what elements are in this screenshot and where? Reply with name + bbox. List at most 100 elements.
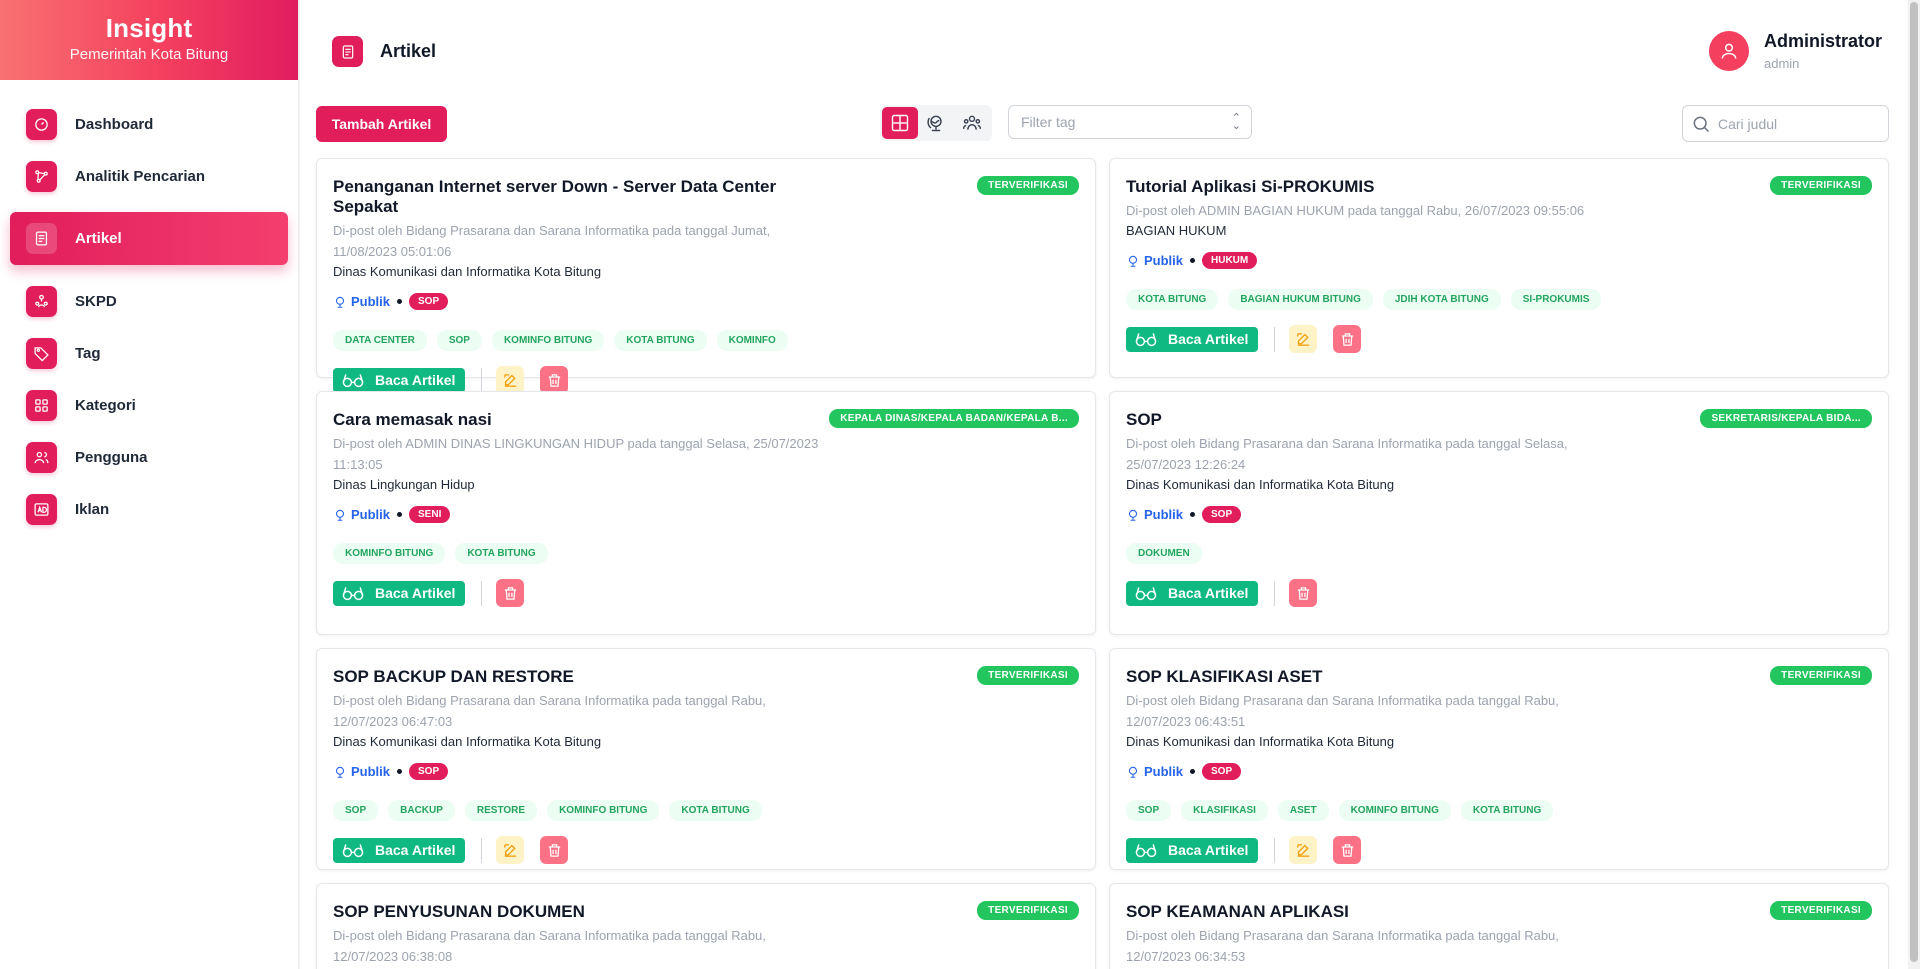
article-title: SOP KEAMANAN APLIKASI	[1126, 902, 1349, 921]
glasses-icon	[1134, 585, 1168, 601]
sidebar-item-analitik-pencarian[interactable]: Analitik Pencarian	[10, 150, 288, 202]
search-input[interactable]	[1718, 115, 1883, 132]
tag-chip[interactable]: BAGIAN HUKUM BITUNG	[1228, 289, 1373, 310]
trash-icon	[502, 585, 519, 602]
tag-chip[interactable]: DOKUMEN	[1126, 543, 1202, 564]
sidebar-item-tag[interactable]: Tag	[10, 327, 288, 379]
ad-icon	[26, 493, 57, 525]
delete-button[interactable]	[1333, 325, 1362, 353]
article-actions: Baca Artikel	[1126, 836, 1872, 864]
tag-chip[interactable]: ASET	[1277, 800, 1329, 821]
tag-chip[interactable]: KLASIFIKASI	[1181, 800, 1268, 821]
tag-chip[interactable]: KOMINFO BITUNG	[1338, 800, 1451, 821]
visibility-link[interactable]: Publik	[1126, 253, 1183, 268]
read-article-button[interactable]: Baca Artikel	[1126, 580, 1259, 606]
read-article-label: Baca Artikel	[375, 372, 456, 388]
sidebar-nav: Dashboard Analitik Pencarian Artikel SKPD Ta…	[0, 80, 298, 535]
tag-chip[interactable]: KOTA BITUNG	[614, 330, 707, 351]
read-article-button[interactable]: Baca Artikel	[333, 580, 466, 606]
delete-button[interactable]	[1333, 836, 1362, 864]
sidebar-item-pengguna[interactable]: Pengguna	[10, 431, 288, 483]
visibility-label: Publik	[351, 764, 391, 779]
sidebar-item-label: Iklan	[75, 500, 110, 518]
article-card: KEPALA DINAS/KEPALA BADAN/KEPALA B... Car…	[316, 391, 1096, 635]
status-badge: TERVERIFIKASI	[1770, 666, 1872, 685]
tag-chip[interactable]: KOTA BITUNG	[1460, 800, 1554, 821]
tag-chip[interactable]: SOP	[333, 800, 379, 821]
globe-icon	[1126, 508, 1144, 522]
group-view-icon	[962, 115, 982, 130]
delete-button[interactable]	[1289, 579, 1318, 607]
article-icon	[332, 36, 363, 67]
read-article-button[interactable]: Baca Artikel	[1126, 326, 1259, 352]
page-scrollbar[interactable]	[1908, 0, 1920, 969]
avatar[interactable]	[1708, 31, 1749, 71]
article-icon	[26, 223, 57, 254]
read-article-button[interactable]: Baca Artikel	[333, 837, 466, 863]
tag-chip[interactable]: SOP	[436, 330, 482, 351]
visibility-link[interactable]: Publik	[333, 507, 390, 522]
sidebar: Insight Pemerintah Kota Bitung Dashboard…	[0, 0, 299, 969]
article-meta: Di-post oleh Bidang Prasarana dan Sarana…	[333, 223, 771, 259]
article-card: SEKRETARIS/KEPALA BIDA... SOP Di-post oleh…	[1109, 391, 1889, 635]
tag-chip[interactable]: DATA CENTER	[333, 330, 427, 351]
tag-chip[interactable]: JDIH KOTA BITUNG	[1382, 289, 1501, 310]
visibility-link[interactable]: Publik	[1126, 507, 1183, 522]
delete-button[interactable]	[496, 579, 525, 607]
sidebar-item-kategori[interactable]: Kategori	[10, 379, 288, 431]
search-box[interactable]	[1682, 105, 1889, 142]
edit-button[interactable]	[1289, 836, 1318, 864]
sidebar-item-iklan[interactable]: Iklan	[10, 483, 288, 535]
article-card: TERVERIFIKASI SOP KEAMANAN APLIKASI Di-pos…	[1109, 883, 1889, 969]
scrollbar-thumb[interactable]	[1910, 2, 1918, 962]
article-actions: Baca Artikel	[333, 836, 1079, 864]
trash-icon	[546, 842, 563, 859]
edit-button[interactable]	[496, 366, 525, 394]
visibility-link[interactable]: Publik	[333, 294, 390, 309]
user-name: Administrator	[1763, 31, 1882, 51]
edit-button[interactable]	[496, 836, 525, 864]
edit-button[interactable]	[1289, 325, 1318, 353]
tag-chip[interactable]: KOTA BITUNG	[669, 800, 762, 821]
add-article-button[interactable]: Tambah Artikel	[316, 106, 447, 142]
tag-chip[interactable]: KOMINFO BITUNG	[491, 330, 605, 351]
edit-icon	[502, 842, 519, 859]
separator-dot	[397, 512, 403, 517]
user-menu[interactable]: Administrator admin	[1708, 31, 1882, 71]
view-switcher	[880, 105, 992, 141]
grid-view-button[interactable]	[882, 107, 918, 139]
visibility-link[interactable]: Publik	[333, 764, 390, 779]
article-meta: Di-post oleh Bidang Prasarana dan Sarana…	[333, 928, 766, 964]
sidebar-item-label: Analitik Pencarian	[75, 167, 206, 185]
read-article-button[interactable]: Baca Artikel	[333, 367, 466, 393]
tag-chip[interactable]: BACKUP	[388, 800, 455, 821]
tag-filter-select[interactable]: Filter tag ⌃ ⌄	[1008, 105, 1252, 139]
tag-chip[interactable]: KOMINFO	[716, 330, 788, 351]
article-info-row: Publik SENI	[333, 506, 1079, 523]
tag-chip[interactable]: KOMINFO BITUNG	[547, 800, 660, 821]
article-department: Dinas Komunikasi dan Informatika Kota Bi…	[1126, 477, 1395, 492]
article-meta: Di-post oleh ADMIN DINAS LINGKUNGAN HIDU…	[333, 436, 819, 472]
read-article-button[interactable]: Baca Artikel	[1126, 837, 1259, 863]
delete-button[interactable]	[540, 836, 569, 864]
sidebar-item-skpd[interactable]: SKPD	[10, 275, 288, 327]
delete-button[interactable]	[540, 366, 569, 394]
globe-view-button[interactable]	[918, 107, 954, 139]
tag-chip[interactable]: SI-PROKUMIS	[1510, 289, 1602, 310]
tag-chip[interactable]: KOMINFO BITUNG	[333, 543, 446, 564]
globe-icon	[1126, 254, 1144, 268]
separator-dot	[397, 769, 403, 774]
tag-list: DATA CENTER SOP KOMINFO BITUNG KOTA BITUNG K…	[333, 330, 1079, 351]
tag-chip[interactable]: KOTA BITUNG	[1126, 289, 1219, 310]
tag-chip[interactable]: KOTA BITUNG	[455, 543, 548, 564]
tag-chip[interactable]: RESTORE	[464, 800, 538, 821]
group-view-button[interactable]	[954, 107, 990, 139]
sidebar-item-artikel[interactable]: Artikel	[10, 212, 288, 265]
sidebar-item-dashboard[interactable]: Dashboard	[10, 98, 288, 150]
brand: Insight Pemerintah Kota Bitung	[0, 0, 298, 80]
tag-chip[interactable]: SOP	[1126, 800, 1172, 821]
sidebar-item-label: Pengguna	[75, 448, 148, 466]
visibility-label: Publik	[351, 294, 391, 309]
visibility-link[interactable]: Publik	[1126, 764, 1183, 779]
sidebar-item-label: Dashboard	[75, 115, 154, 133]
